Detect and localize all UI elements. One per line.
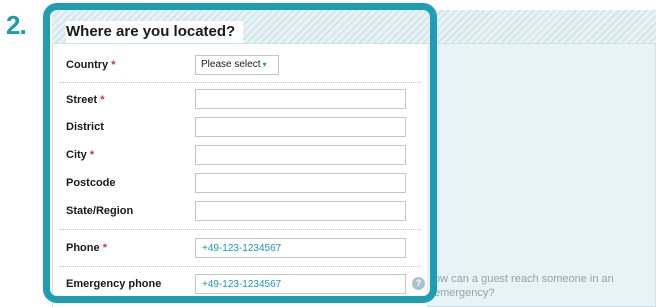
emergency-phone-input[interactable] <box>195 274 406 294</box>
city-input[interactable] <box>195 145 406 165</box>
district-input[interactable] <box>195 117 406 137</box>
country-label-text: Country <box>66 59 109 71</box>
state-input[interactable] <box>195 201 406 221</box>
district-label: District <box>66 121 104 133</box>
country-label: Country * <box>66 59 116 71</box>
phone-label-text: Phone <box>66 242 100 254</box>
step-number: 2. <box>6 10 27 40</box>
country-select-value: Please select <box>201 59 261 70</box>
street-input[interactable] <box>195 89 406 109</box>
section-title: Where are you located? <box>66 21 244 43</box>
street-label: Street * <box>66 94 105 106</box>
phone-label: Phone * <box>66 242 107 254</box>
state-label: State/Region <box>66 205 133 217</box>
postcode-label-text: Postcode <box>66 177 116 189</box>
emergency-phone-label: Emergency phone <box>66 278 161 290</box>
emergency-phone-label-text: Emergency phone <box>66 278 162 290</box>
street-label-text: Street <box>66 94 98 106</box>
required-marker: * <box>100 94 105 106</box>
required-marker: * <box>111 59 116 71</box>
required-marker: * <box>102 242 107 254</box>
divider <box>60 266 420 267</box>
phone-input[interactable] <box>195 238 406 258</box>
district-label-text: District <box>66 121 104 133</box>
state-label-text: State/Region <box>66 205 134 217</box>
city-label-text: City <box>66 149 87 161</box>
postcode-label: Postcode <box>66 177 116 189</box>
divider <box>60 82 420 83</box>
emergency-help-text: ow can a guest reach someone in an emerg… <box>434 273 614 299</box>
city-label: City * <box>66 149 94 161</box>
chevron-down-icon: ▾ <box>262 60 267 69</box>
postcode-input[interactable] <box>195 173 406 193</box>
question-icon[interactable]: ? <box>412 277 425 290</box>
required-marker: * <box>89 149 95 161</box>
country-select[interactable]: Please select ▾ <box>195 55 279 75</box>
divider <box>60 229 420 230</box>
